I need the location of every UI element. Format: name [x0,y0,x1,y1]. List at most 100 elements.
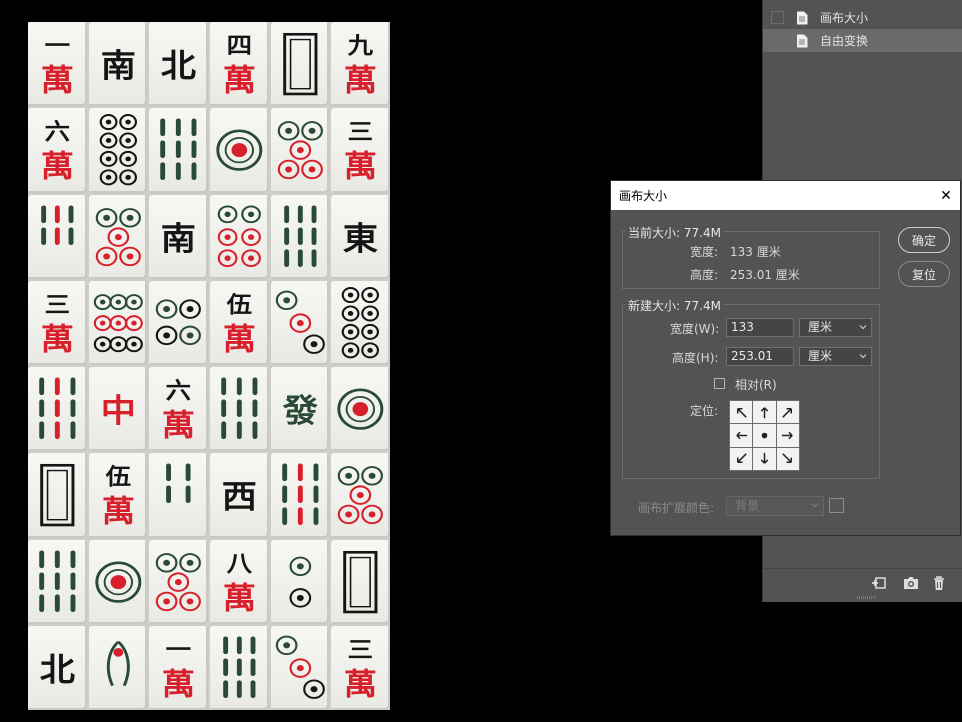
height-unit-value: 厘米 [808,349,833,363]
extension-color-swatch [829,498,844,513]
arrow-down-right-icon [782,453,793,464]
ok-button[interactable]: 确定 [898,227,950,253]
svg-text:萬: 萬 [223,581,256,616]
dialog-title: 画布大小 [619,189,668,203]
height-unit-select[interactable]: 厘米 [799,347,872,366]
svg-text:萬: 萬 [344,63,377,98]
mahjong-tile-4-dots [149,280,208,365]
mahjong-tile-1-dots [88,539,148,624]
svg-text:萬: 萬 [223,322,256,357]
mahjong-tile-5-dots [331,453,390,538]
mahjong-tile-1-dots [210,108,269,193]
svg-text:東: 東 [343,220,379,257]
mahjong-tile-south: 南 [88,22,148,107]
new-height-label: 高度(H): [672,351,719,365]
mahjong-tile-6-bamboo [210,367,269,452]
mahjong-tile-8-wan: 八萬 [210,539,269,624]
mahjong-tile-white-dragon [331,539,390,624]
reset-button[interactable]: 复位 [898,261,950,287]
relative-checkbox[interactable] [714,378,725,389]
svg-text:四: 四 [227,32,252,59]
history-item-label: 画布大小 [820,11,869,25]
svg-text:萬: 萬 [162,667,195,702]
mahjong-tile-5-wan: 伍萬 [88,453,148,538]
svg-text:萬: 萬 [344,667,377,702]
mahjong-tile-3-wan: 三萬 [331,108,390,193]
new-size-legend: 新建大小: 77.4M [625,297,724,314]
anchor-bottom-right[interactable] [776,447,799,470]
relative-label[interactable]: 相对(R) [735,376,777,393]
mahjong-tile-6-bamboo [28,539,87,624]
mahjong-tile-5-dots [270,108,330,193]
width-unit-value: 厘米 [808,320,833,334]
mahjong-tile-red-dragon: 中 [88,367,148,452]
mahjong-tile-5-bamboo [28,194,87,279]
current-height-value: 253.01 厘米 [730,268,800,282]
mahjong-tile-west: 西 [210,453,269,538]
anchor-right[interactable] [776,424,799,447]
chevron-down-icon [811,503,819,508]
arrow-up-icon [760,406,769,418]
mahjong-tile-8-dots [331,280,390,365]
arrow-up-left-icon [736,407,747,418]
mahjong-tile-3-dots [270,280,330,365]
arrow-down-icon [760,453,769,465]
history-toggle[interactable] [771,11,784,24]
document-icon [797,34,808,47]
mahjong-tile-6-bamboo [149,108,208,193]
mahjong-tile-9-dots [88,280,148,365]
svg-text:中: 中 [100,392,135,429]
mahjong-tile-8-dots [88,108,148,193]
mahjong-tile-1-dots [331,367,390,452]
anchor-top-left[interactable] [730,401,753,424]
mahjong-tile-3-wan: 三萬 [28,280,87,365]
arrow-right-icon [782,431,794,440]
width-input[interactable]: 133 [726,318,794,337]
extension-color-value: 背景 [735,499,760,513]
mahjong-tile-east: 東 [331,194,390,279]
anchor-top[interactable] [753,401,776,424]
mahjong-tile-white-dragon [28,453,87,538]
anchor-bottom[interactable] [753,447,776,470]
close-icon[interactable]: ✕ [932,182,960,210]
mahjong-tile-6-wan: 六萬 [28,108,87,193]
svg-text:萬: 萬 [101,494,134,529]
mahjong-tile-3-dots [270,625,330,710]
history-toggle[interactable] [771,34,784,47]
width-unit-select[interactable]: 厘米 [799,318,872,337]
dialog-titlebar[interactable]: 画布大小 ✕ [611,181,960,210]
svg-text:八: 八 [227,549,253,576]
svg-text:萬: 萬 [41,322,74,357]
mahjong-tile-white-dragon [270,22,330,107]
arrow-left-icon [735,431,747,440]
mahjong-tile-1-wan: 一萬 [28,22,87,107]
mahjong-tile-2-dots [270,539,330,624]
anchor-center[interactable] [753,424,776,447]
anchor-bottom-left[interactable] [730,447,753,470]
mahjong-tile-9-bamboo [270,453,330,538]
svg-text:南: 南 [100,47,135,84]
svg-text:九: 九 [347,32,374,59]
history-item[interactable]: 画布大小 [763,6,962,29]
svg-text:六: 六 [166,377,191,404]
mahjong-tile-6-dots [210,194,269,279]
new-width-label: 宽度(W): [670,322,720,336]
mahjong-tile-north: 北 [28,625,87,710]
svg-text:萬: 萬 [223,63,256,98]
current-height-label: 高度: [690,268,719,282]
anchor-top-right[interactable] [776,401,799,424]
svg-text:萬: 萬 [162,408,195,443]
svg-text:伍: 伍 [105,463,130,490]
camera-icon[interactable] [903,575,919,591]
mahjong-tile-5-dots [88,194,148,279]
mahjong-tile-4-bamboo [149,453,208,538]
panel-resize-grip[interactable] [857,596,877,599]
history-item-selected[interactable]: 自由变换 [763,29,962,52]
chevron-down-icon [859,325,867,330]
document-icon [797,11,808,24]
mahjong-tile-north: 北 [149,22,208,107]
new-snapshot-icon[interactable] [871,575,887,591]
height-input[interactable]: 253.01 [726,347,794,366]
trash-icon[interactable] [931,575,947,591]
anchor-left[interactable] [730,424,753,447]
